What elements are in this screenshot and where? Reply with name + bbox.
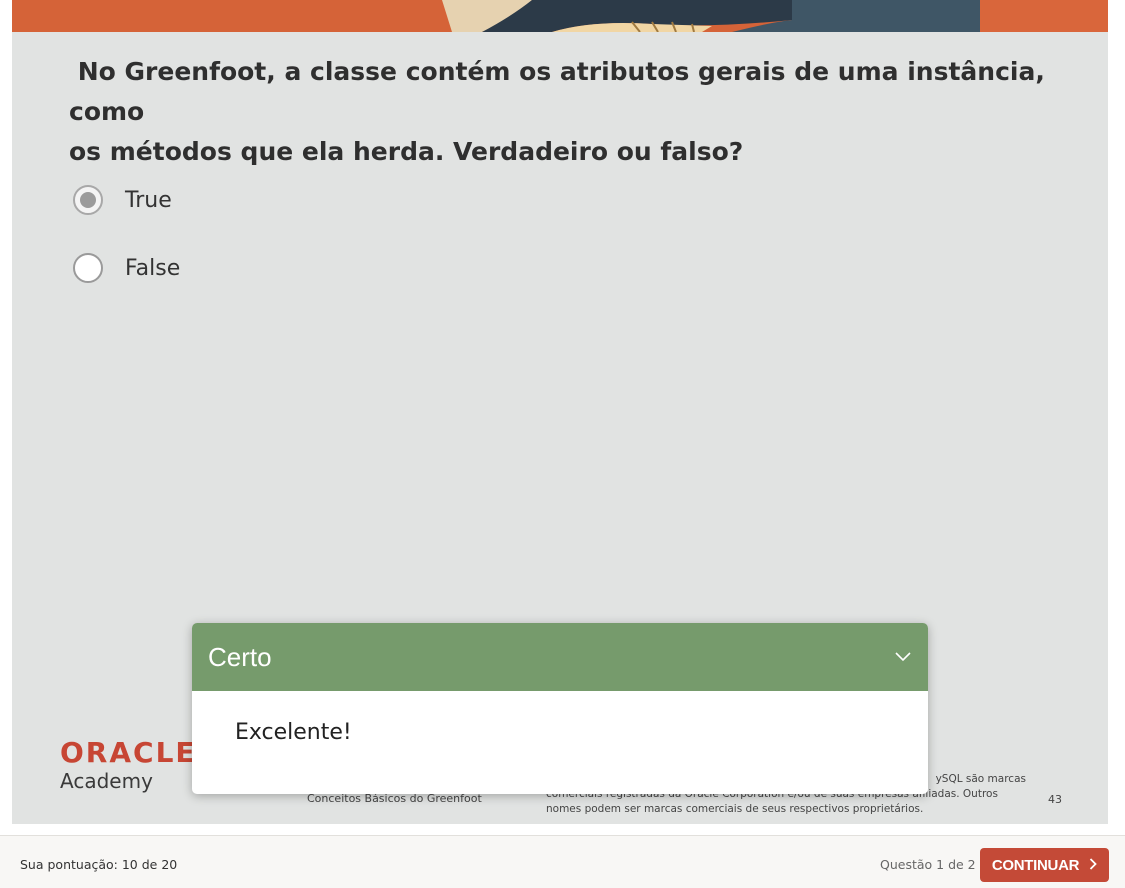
- radio-button-selected[interactable]: [73, 185, 103, 215]
- oracle-academy-logo: ORACLE Academy: [60, 736, 197, 794]
- feedback-header[interactable]: Certo: [192, 623, 928, 691]
- logo-wordmark: ORACLE: [60, 736, 197, 769]
- banner-illustration: [12, 0, 1108, 32]
- continue-button[interactable]: CONTINUAR: [980, 848, 1109, 882]
- feedback-panel: Certo Excelente!: [192, 623, 928, 794]
- feedback-message: Excelente!: [235, 720, 352, 745]
- question-counter: Questão 1 de 2: [880, 857, 976, 872]
- quiz-bottom-bar: Sua pontuação: 10 de 20 Questão 1 de 2 C…: [0, 835, 1125, 888]
- option-label: False: [125, 255, 181, 281]
- slide-banner: [12, 0, 1108, 32]
- chevron-right-icon: [1089, 857, 1097, 874]
- radio-button[interactable]: [73, 253, 103, 283]
- question-text: No Greenfoot, a classe contém os atribut…: [69, 57, 1045, 166]
- option-false[interactable]: False: [73, 253, 180, 283]
- legal-line: nomes podem ser marcas comerciais de seu…: [546, 803, 924, 815]
- logo-subtitle: Academy: [60, 769, 153, 793]
- score-text: Sua pontuação: 10 de 20: [20, 857, 178, 872]
- radio-dot: [80, 192, 96, 208]
- chevron-down-icon[interactable]: [894, 648, 912, 667]
- option-label: True: [125, 187, 172, 213]
- feedback-title: Certo: [208, 641, 272, 672]
- option-true[interactable]: True: [73, 185, 172, 215]
- slide-page-number: 43: [1048, 793, 1062, 806]
- continue-label: CONTINUAR: [991, 856, 1080, 874]
